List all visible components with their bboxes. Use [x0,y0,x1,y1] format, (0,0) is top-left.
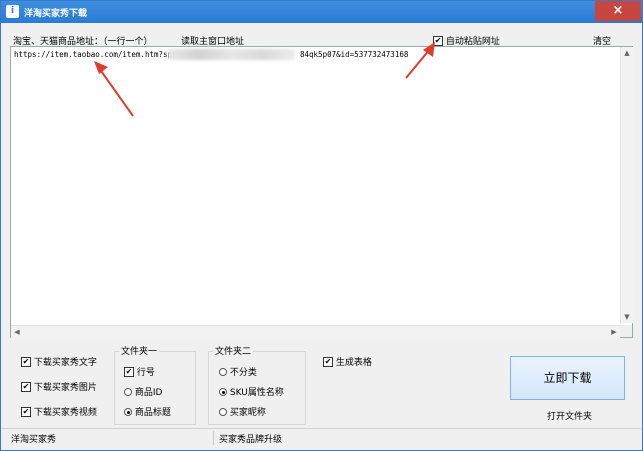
download-images-checkbox[interactable]: ✔ 下载买家秀图片 [21,380,97,393]
url-textarea[interactable]: https://item.taobao.com/item.htm?spm= 84… [10,46,633,338]
download-images-label: 下载买家秀图片 [33,383,97,393]
download-text-checkbox[interactable]: ✔ 下载买家秀文字 [21,355,97,368]
folder2-title: 文件夹二 [213,344,254,357]
product-id-label: 商品ID [134,388,163,398]
scrollbar-corner [620,325,632,337]
horizontal-scrollbar[interactable]: ◀ ▶ [11,325,620,338]
generate-table-checkbox[interactable]: ✔ 生成表格 [323,355,372,368]
download-images-check-icon[interactable]: ✔ [21,381,31,392]
window-title: 洋淘买家秀下载 [24,9,88,19]
radio-product-title-icon[interactable] [124,407,132,416]
status-bar: 洋淘买家秀 买家秀品牌升级 [1,428,642,450]
scroll-down-icon[interactable]: ▼ [621,311,633,323]
sku-label: SKU属性名称 [229,388,284,398]
download-text-label: 下载买家秀文字 [33,358,97,368]
folder1-radio-product-id[interactable]: 商品ID [124,385,162,398]
buyer-nick-label: 买家昵称 [229,408,266,418]
redacted-url-segment [168,49,295,60]
radio-buyer-nick-icon[interactable] [219,407,227,416]
main-window: i 洋淘买家秀下载 × 淘宝、天猫商品地址：（一行一个） 读取主窗口地址 ✔ 自… [0,0,643,451]
radio-product-id-icon[interactable] [124,387,132,396]
title-bar[interactable]: i 洋淘买家秀下载 × [1,1,642,23]
scroll-right-icon[interactable]: ▶ [608,326,620,338]
folder2-radio-buyer-nick[interactable]: 买家昵称 [219,405,266,418]
download-text-check-icon[interactable]: ✔ [21,356,31,367]
generate-table-check-icon[interactable]: ✔ [323,356,333,367]
url-prefix-text: https://item.taobao.com/item.htm?spm= [14,50,182,59]
app-icon: i [6,5,19,18]
folder1-radio-product-title[interactable]: 商品标题 [124,405,171,418]
vertical-scrollbar[interactable]: ▲ ▼ [620,47,633,323]
status-right-text: 买家秀品牌升级 [219,435,283,445]
status-divider [213,431,214,445]
folder2-radio-no-category[interactable]: 不分类 [219,365,257,378]
status-left-text: 洋淘买家秀 [11,435,57,445]
open-folder-link[interactable]: 打开文件夹 [547,409,592,422]
radio-sku-icon[interactable] [219,387,227,396]
download-video-check-icon[interactable]: ✔ [21,406,31,417]
auto-paste-check-icon[interactable]: ✔ [433,35,443,46]
no-category-label: 不分类 [229,368,257,378]
row-number-label: 行号 [136,368,155,378]
scroll-up-icon[interactable]: ▲ [621,47,633,59]
download-video-checkbox[interactable]: ✔ 下载买家秀视频 [21,405,97,418]
folder1-title: 文件夹一 [119,344,160,357]
radio-no-category-icon[interactable] [219,367,227,376]
download-video-label: 下载买家秀视频 [33,408,97,418]
close-button[interactable]: × [595,1,641,21]
folder1-row-number-checkbox[interactable]: ✔ 行号 [124,365,155,378]
generate-table-label: 生成表格 [335,358,372,368]
download-now-button[interactable]: 立即下载 [510,356,625,400]
folder2-radio-sku[interactable]: SKU属性名称 [219,385,284,398]
product-title-label: 商品标题 [134,408,171,418]
url-suffix-text: 84qk5p07&id=537732473168 [300,50,409,59]
scroll-left-icon[interactable]: ◀ [11,326,23,338]
row-number-check-icon[interactable]: ✔ [124,366,134,377]
